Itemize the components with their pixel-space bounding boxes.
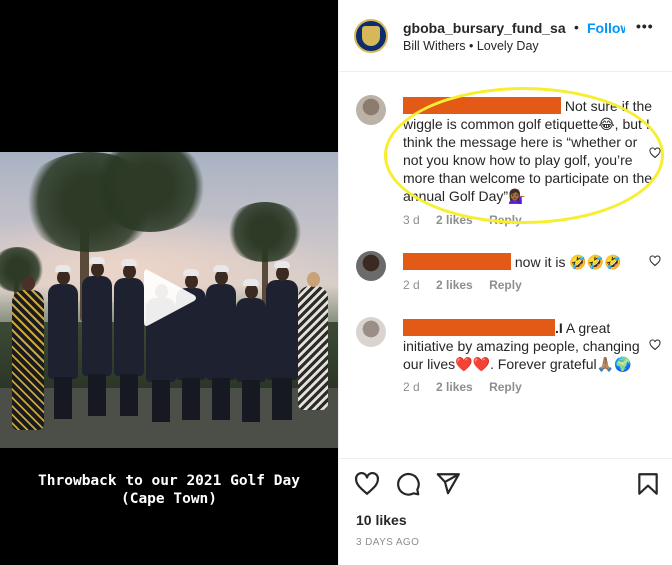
comment-text: .I A great initiative by amazing people,…	[403, 319, 659, 373]
highlight-ellipse	[384, 87, 664, 224]
reply-button[interactable]: Reply	[489, 278, 522, 292]
audio-track-link[interactable]: Bill Withers • Lovely Day	[403, 39, 539, 53]
comment-likes[interactable]: 2 likes	[436, 380, 473, 394]
follow-button[interactable]: Follow	[587, 20, 625, 36]
comment-meta: 2 d 2 likes Reply	[403, 278, 535, 292]
heart-icon[interactable]	[354, 471, 380, 497]
small-heart-icon[interactable]	[649, 255, 661, 267]
comment-age: 2 d	[403, 278, 420, 292]
reply-button[interactable]: Reply	[489, 380, 522, 394]
caption-line-1: Throwback to our 2021 Golf Day	[38, 473, 300, 489]
post-date: 3 DAYS AGO	[356, 537, 420, 548]
comment-text-body: now it is 🤣🤣🤣	[511, 254, 622, 270]
comment-likes[interactable]: 2 likes	[436, 278, 473, 292]
share-icon[interactable]	[435, 471, 461, 497]
comment-icon[interactable]	[395, 471, 421, 497]
redacted-username	[403, 253, 511, 270]
comment-age: 2 d	[403, 380, 420, 394]
play-icon[interactable]	[142, 266, 198, 330]
comment-age: 3 d	[403, 213, 420, 227]
post-header: gboba_bursary_fund_sa • Follow ••• Bill …	[339, 0, 672, 72]
small-heart-icon[interactable]	[649, 339, 661, 351]
action-bar	[339, 458, 672, 508]
redacted-username	[403, 319, 555, 336]
comment-avatar[interactable]	[356, 317, 386, 347]
comment-avatar[interactable]	[356, 251, 386, 281]
separator-dot: •	[574, 19, 579, 35]
bookmark-icon[interactable]	[635, 471, 661, 497]
post-sidebar: gboba_bursary_fund_sa • Follow ••• Bill …	[338, 0, 672, 565]
comment-meta: 2 d 2 likes Reply	[403, 380, 535, 394]
comment-username-suffix: .I	[555, 320, 563, 336]
post-caption: Throwback to our 2021 Golf Day (Cape Tow…	[0, 472, 338, 508]
account-username[interactable]: gboba_bursary_fund_sa	[403, 20, 566, 36]
like-count[interactable]: 10 likes	[356, 512, 407, 528]
comment-avatar[interactable]	[356, 95, 386, 125]
account-avatar[interactable]	[354, 19, 388, 53]
post-media[interactable]: Throwback to our 2021 Golf Day (Cape Tow…	[0, 0, 338, 565]
caption-line-2: (Cape Town)	[120, 491, 218, 507]
comment-text: now it is 🤣🤣🤣	[403, 253, 659, 271]
more-options-icon[interactable]: •••	[636, 18, 654, 34]
